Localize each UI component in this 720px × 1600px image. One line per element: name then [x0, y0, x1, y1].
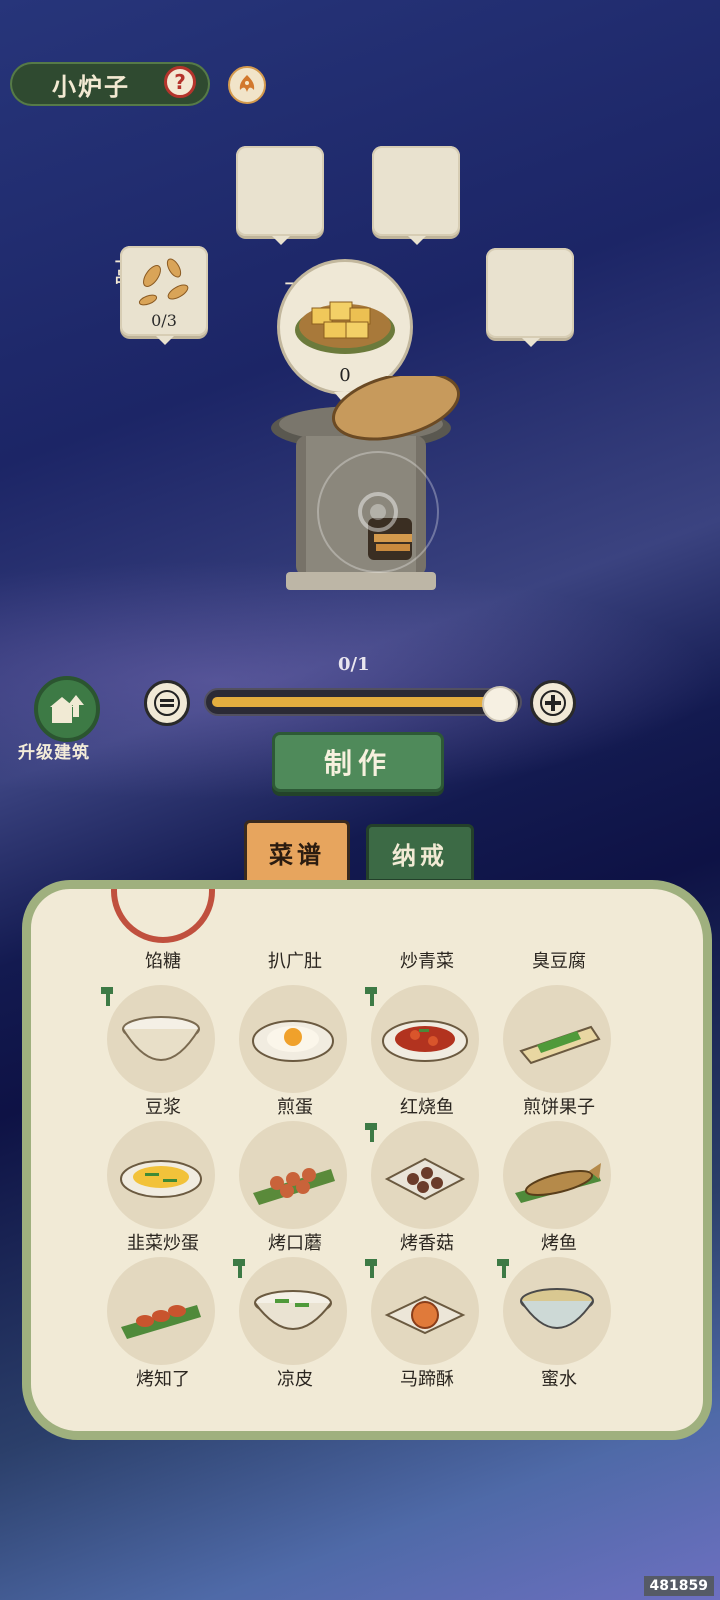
recipe-item[interactable]: 韭菜炒蛋	[97, 1121, 229, 1254]
cold-noodle-icon	[254, 1290, 332, 1330]
recipe-name: 蜜水	[541, 1369, 577, 1390]
grilled-cicada-icon	[121, 1305, 201, 1339]
recipe-item[interactable]: 煎蛋	[229, 985, 361, 1118]
recipe-item[interactable]: 凉皮	[229, 1257, 361, 1390]
upgrade-building-label: 升级建筑	[18, 743, 90, 763]
recipe-name: 烤鱼	[541, 1233, 577, 1254]
recipe-name: 烤香菇	[400, 1233, 454, 1254]
recipe-item[interactable]: 马蹄酥	[361, 1257, 493, 1390]
tab-recipes[interactable]: 菜谱	[244, 820, 350, 884]
phoenix-icon	[239, 75, 255, 92]
recipe-name[interactable]: 扒广肚	[229, 947, 361, 973]
recipe-circle-partial	[111, 889, 215, 943]
question-icon: ?	[174, 70, 186, 94]
recipe-item[interactable]: 蜜水	[493, 1257, 625, 1390]
ingredient-slot-empty[interactable]	[486, 248, 574, 347]
recipe-name[interactable]: 臭豆腐	[493, 947, 625, 973]
recipe-item[interactable]: 豆浆	[97, 985, 229, 1118]
recipe-item[interactable]: 烤香菇	[361, 1121, 493, 1254]
recipe-name: 煎饼果子	[523, 1097, 595, 1118]
recipe-name: 烤口蘑	[268, 1233, 322, 1254]
dish-result-slot[interactable]: 0	[280, 262, 410, 406]
recipe-item[interactable]: 烤口蘑	[229, 1121, 361, 1254]
station-title: 小炉子	[52, 71, 130, 101]
recipe-name: 红烧鱼	[400, 1097, 454, 1118]
quantity-slider[interactable]	[204, 686, 522, 722]
pancake-roll-icon	[519, 1025, 601, 1065]
recipe-name: 马蹄酥	[400, 1369, 454, 1390]
bowl-soymilk-icon	[122, 1016, 200, 1061]
horseshoe-pastry-icon	[384, 1295, 466, 1335]
watermark: 481859	[643, 1576, 714, 1596]
increase-button[interactable]	[530, 680, 576, 726]
recipe-name: 豆浆	[145, 1097, 181, 1118]
minus-icon	[154, 690, 180, 716]
recipe-panel: 馅糖 扒广肚 炒青菜 臭豆腐 豆浆 煎蛋 红烧鱼 煎饼果子 韭菜炒蛋 烤口蘑 烤…	[22, 880, 712, 1440]
recipe-grid: 馅糖 扒广肚 炒青菜 臭豆腐 豆浆 煎蛋 红烧鱼 煎饼果子 韭菜炒蛋 烤口蘑 烤…	[31, 889, 703, 1431]
recipe-name[interactable]: 馅糖	[97, 947, 229, 973]
ingredient-slot-empty[interactable]	[236, 146, 324, 245]
make-button[interactable]: 制作	[272, 732, 444, 792]
tea-leaves-icon	[138, 258, 189, 306]
slider-fill	[212, 697, 500, 707]
chive-egg-icon	[120, 1160, 202, 1198]
upgrade-building-icon	[50, 695, 84, 723]
decrease-button[interactable]	[144, 680, 190, 726]
grilled-shiitake-icon	[384, 1157, 466, 1201]
recipe-item[interactable]: 烤鱼	[493, 1121, 625, 1254]
recipe-item[interactable]: 煎饼果子	[493, 985, 625, 1118]
upgrade-building-button[interactable]	[34, 676, 100, 742]
grilled-mushroom-icon	[253, 1168, 335, 1205]
quantity-label: 0/1	[338, 654, 370, 675]
slider-knob[interactable]	[482, 686, 518, 722]
fried-egg-icon	[252, 1020, 334, 1062]
recipe-name: 韭菜炒蛋	[127, 1233, 199, 1254]
ingredient-slot-empty[interactable]	[372, 146, 460, 245]
recipe-item[interactable]: 烤知了	[97, 1257, 229, 1390]
help-button[interactable]: ?	[164, 66, 196, 98]
tofu-dish-icon	[295, 301, 395, 354]
ingredient-count: 0/3	[151, 311, 177, 330]
honey-water-icon	[520, 1288, 594, 1329]
plus-icon	[540, 690, 566, 716]
tab-storage[interactable]: 纳戒	[366, 824, 474, 882]
braised-fish-icon	[382, 1020, 468, 1062]
stove-illustration	[271, 376, 461, 590]
phoenix-button[interactable]	[228, 66, 266, 104]
recipe-item[interactable]: 红烧鱼	[361, 985, 493, 1118]
recipe-name[interactable]: 炒青菜	[361, 947, 493, 973]
recipe-name: 凉皮	[277, 1369, 313, 1390]
recipe-top-row: 馅糖 扒广肚 炒青菜 臭豆腐	[31, 889, 703, 972]
ingredient-slot-leaves[interactable]: 0/3	[120, 246, 208, 345]
grilled-fish-icon	[515, 1163, 601, 1203]
recipe-name: 煎蛋	[277, 1097, 313, 1118]
recipe-name: 烤知了	[136, 1369, 190, 1390]
